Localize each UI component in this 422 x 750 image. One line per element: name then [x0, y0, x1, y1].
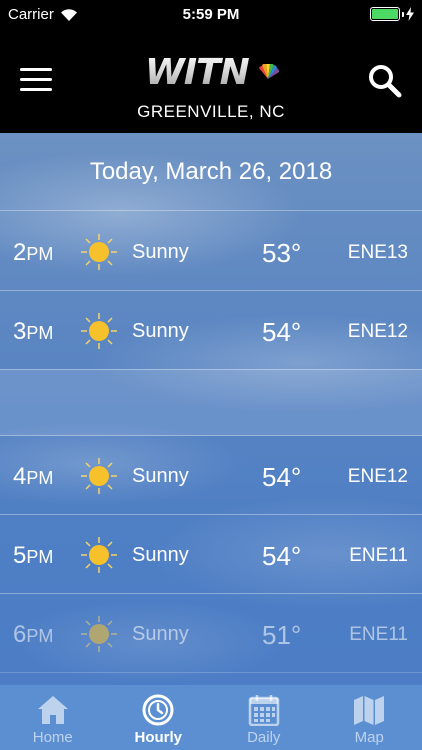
wind-label: ENE13: [347, 242, 408, 263]
battery-icon: [370, 7, 414, 21]
wind-label: ENE12: [347, 321, 408, 342]
temperature: 54°: [262, 462, 302, 492]
location-label: GREENVILLE, NC: [137, 102, 285, 121]
wind-label: ENE11: [349, 545, 408, 566]
sun-icon: [81, 616, 117, 652]
tab-label: Map: [354, 729, 384, 746]
tab-daily[interactable]: Daily: [211, 685, 317, 750]
sun-icon: [81, 537, 117, 573]
forecast-date: Today, March 26, 2018: [0, 133, 422, 211]
wind-label: ENE12: [347, 466, 408, 487]
hour-label: 5PM: [13, 542, 54, 569]
temperature: 51°: [262, 620, 302, 650]
hourly-row: 6PM Sunny 51° ENE11: [0, 594, 422, 673]
temperature: 54°: [262, 541, 302, 571]
search-button[interactable]: [368, 64, 402, 98]
condition-label: Sunny: [132, 544, 189, 566]
hourly-row: 4PM Sunny 54° ENE12: [0, 436, 422, 515]
hour-label: 3PM: [13, 318, 54, 345]
status-bar: Carrier 5:59 PM: [0, 0, 422, 28]
hour-label: 2PM: [13, 239, 54, 266]
calendar-icon: [248, 695, 279, 726]
menu-icon: [20, 68, 52, 71]
tab-home[interactable]: Home: [0, 685, 106, 750]
sun-icon: [81, 313, 117, 349]
sun-icon: [81, 458, 117, 494]
peacock-icon: [259, 64, 279, 79]
search-icon: [369, 65, 402, 98]
logo-text: WITN: [145, 52, 250, 93]
clock-icon: [142, 694, 174, 726]
condition-label: Sunny: [132, 320, 189, 342]
wind-label: ENE11: [349, 624, 408, 645]
app-header: WITN GREENVILLE, NC: [0, 28, 422, 133]
condition-label: Sunny: [132, 465, 189, 487]
tab-label: Hourly: [134, 729, 182, 746]
tab-label: Home: [32, 729, 73, 746]
condition-label: Sunny: [132, 241, 189, 263]
temperature: 54°: [262, 317, 302, 347]
sun-icon: [81, 234, 117, 270]
hourly-row: 2PM Sunny 53° ENE13: [0, 212, 422, 291]
home-icon: [37, 696, 68, 724]
station-logo: WITN: [145, 52, 280, 93]
charging-icon: [406, 7, 414, 21]
temperature: 53°: [262, 238, 302, 268]
condition-label: Sunny: [132, 623, 189, 645]
hourly-row: 3PM Sunny 54° ENE12: [0, 291, 422, 370]
tab-hourly[interactable]: Hourly: [106, 685, 212, 750]
ad-banner-placeholder: [0, 369, 422, 436]
status-time: 5:59 PM: [182, 6, 240, 23]
hourly-row: 5PM Sunny 54° ENE11: [0, 515, 422, 594]
map-icon: [354, 696, 385, 725]
tab-map[interactable]: Map: [317, 685, 422, 750]
tab-bar: Home Hourly Daily Map: [0, 685, 422, 750]
menu-button[interactable]: [20, 68, 54, 94]
hour-label: 4PM: [13, 463, 54, 490]
hour-label: 6PM: [13, 621, 54, 648]
tab-label: Daily: [247, 729, 281, 746]
